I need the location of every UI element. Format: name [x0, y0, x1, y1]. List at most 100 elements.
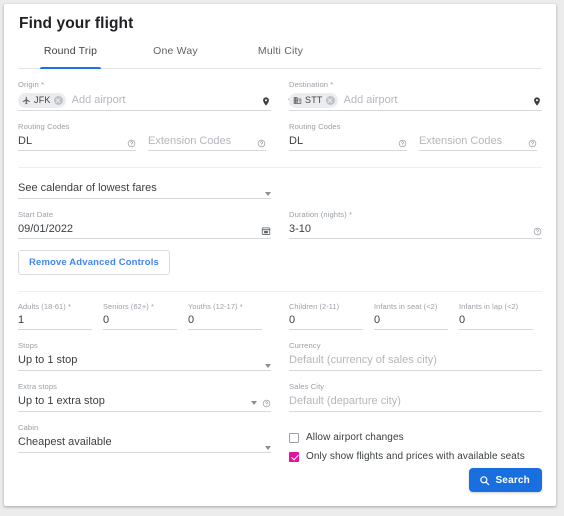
destination-routing-codes-field: Routing Codes DL [289, 111, 407, 151]
stops-label: Stops [18, 341, 38, 350]
tab-round-trip[interactable]: Round Trip [18, 42, 123, 69]
destination-routing-codes-label: Routing Codes [289, 122, 341, 131]
sales-city-field: Sales City Default (departure city) [289, 371, 542, 412]
allow-airport-changes-checkbox[interactable] [289, 432, 299, 443]
pax-youths-label: Youths (12-17) * [188, 302, 243, 311]
pax-infants-in-lap: Infants in lap (<2) 0 [459, 292, 533, 330]
cabin-select[interactable]: Cheapest available [18, 433, 271, 453]
currency-input[interactable]: Default (currency of sales city) [289, 351, 542, 371]
page-background: Find your flight Round Trip One Way Mult… [0, 0, 564, 516]
search-button-container: Search [469, 468, 542, 492]
stops-select[interactable]: Up to 1 stop [18, 351, 271, 371]
origin-input-line[interactable]: JFK Add airport [18, 90, 271, 111]
tab-multi-city[interactable]: Multi City [228, 42, 333, 68]
destination-routing-codes-input[interactable]: DL [289, 132, 407, 151]
destination-label: Destination * [289, 80, 334, 89]
remove-advanced-controls-button[interactable]: Remove Advanced Controls [18, 250, 170, 275]
pax-infants-in-seat-label: Infants in seat (<2) [374, 302, 438, 311]
currency-label: Currency [289, 341, 321, 350]
available-seats-checkbox-row[interactable]: Only show flights and prices with availa… [289, 451, 542, 462]
airplane-icon [22, 96, 31, 105]
sales-city-label: Sales City [289, 382, 325, 391]
destination-chip-label: STT [305, 95, 323, 105]
origin-extension-codes-placeholder: Extension Codes [148, 134, 232, 147]
tab-one-way-label: One Way [153, 45, 198, 57]
duration-input[interactable]: 3-10 [289, 220, 542, 239]
destination-placeholder: Add airport [343, 93, 398, 106]
origin-extension-codes-input[interactable]: Extension Codes [148, 132, 266, 151]
pax-adults: Adults (18-61) * 1 [18, 292, 92, 330]
pax-youths: Youths (12-17) * 0 [188, 292, 262, 330]
pax-adults-value: 1 [18, 314, 25, 326]
cabin-label: Cabin [18, 423, 39, 432]
tab-multi-city-label: Multi City [257, 45, 304, 57]
allow-airport-changes-checkbox-row[interactable]: Allow airport changes [289, 432, 542, 443]
destination-extension-codes-placeholder: Extension Codes [419, 134, 503, 147]
available-seats-label: Only show flights and prices with availa… [306, 451, 525, 462]
stops-value: Up to 1 stop [18, 354, 78, 366]
cabin-chevron-down-icon [265, 446, 271, 450]
origin-routing-help-icon[interactable] [127, 139, 136, 148]
destination-extension-codes-field: Extension Codes [419, 111, 537, 151]
available-seats-checkbox[interactable] [289, 451, 299, 462]
pax-infants-in-lap-input[interactable]: 0 [459, 312, 533, 330]
stops-field: Stops Up to 1 stop [18, 330, 271, 371]
duration-field: Duration (nights) * 3-10 [289, 199, 542, 239]
extra-stops-value: Up to 1 extra stop [18, 395, 105, 407]
pax-children-input[interactable]: 0 [289, 312, 363, 330]
currency-placeholder: Default (currency of sales city) [289, 354, 437, 366]
origin-chip-jfk[interactable]: JFK [18, 92, 66, 108]
origin-routing-codes-input[interactable]: DL [18, 132, 136, 151]
start-date-field: Start Date 09/01/2022 [18, 199, 271, 239]
extra-stops-field: Extra stops Up to 1 extra stop [18, 371, 271, 412]
duration-value: 3-10 [289, 222, 312, 235]
start-date-input[interactable]: 09/01/2022 [18, 220, 271, 239]
cabin-field: Cabin Cheapest available [18, 412, 271, 453]
origin-label: Origin * [18, 80, 45, 89]
calendar-mode-value: See calendar of lowest fares [18, 182, 157, 194]
trip-type-tabs: Round Trip One Way Multi City [18, 42, 542, 69]
origin-field: Origin * JFK Add airport [18, 69, 271, 111]
destination-chip-stt[interactable]: STT [289, 92, 338, 108]
tab-one-way[interactable]: One Way [123, 42, 228, 68]
destination-input-line[interactable]: STT Add airport [289, 90, 542, 111]
search-button-label: Search [495, 474, 530, 486]
destination-map-pin-icon[interactable] [532, 95, 542, 108]
origin-routing-codes-field: Routing Codes DL [18, 111, 136, 151]
pax-infants-in-seat-value: 0 [374, 314, 381, 326]
passenger-counts-row: Adults (18-61) * 1 Seniors (62+) * 0 You… [18, 292, 542, 330]
pax-infants-in-seat: Infants in seat (<2) 0 [374, 292, 448, 330]
sales-city-input[interactable]: Default (departure city) [289, 392, 542, 412]
search-button[interactable]: Search [469, 468, 542, 492]
pax-seniors-label: Seniors (62+) * [103, 302, 155, 311]
origin-chip-remove-icon[interactable] [53, 95, 63, 105]
search-icon [479, 475, 490, 486]
pax-seniors-input[interactable]: 0 [103, 312, 177, 330]
pax-infants-in-seat-input[interactable]: 0 [374, 312, 448, 330]
pax-children-label: Children (2-11) [289, 302, 340, 311]
allow-airport-changes-label: Allow airport changes [306, 432, 404, 443]
destination-chip-remove-icon[interactable] [325, 95, 335, 105]
duration-help-icon[interactable] [533, 227, 542, 236]
destination-extension-codes-input[interactable]: Extension Codes [419, 132, 537, 151]
destination-routing-codes-value: DL [289, 134, 304, 147]
origin-map-pin-icon[interactable] [261, 95, 271, 108]
pax-youths-input[interactable]: 0 [188, 312, 262, 330]
pax-adults-label: Adults (18-61) * [18, 302, 71, 311]
extra-stops-help-icon[interactable] [262, 399, 271, 408]
extra-stops-chevron-down-icon [251, 401, 257, 405]
chevron-down-icon [265, 192, 271, 196]
duration-label: Duration (nights) * [289, 210, 353, 219]
pax-adults-input[interactable]: 1 [18, 312, 92, 330]
origin-extension-help-icon[interactable] [257, 139, 266, 148]
origin-chip-label: JFK [34, 95, 51, 105]
pax-infants-in-lap-value: 0 [459, 314, 466, 326]
extra-stops-select[interactable]: Up to 1 extra stop [18, 392, 271, 412]
calendar-mode-select[interactable]: See calendar of lowest fares [18, 179, 271, 199]
page-title: Find your flight [19, 15, 134, 32]
calendar-icon[interactable] [261, 226, 271, 236]
destination-extension-help-icon[interactable] [528, 139, 537, 148]
tab-round-trip-label: Round Trip [43, 45, 98, 57]
destination-routing-help-icon[interactable] [398, 139, 407, 148]
pax-seniors-value: 0 [103, 314, 110, 326]
